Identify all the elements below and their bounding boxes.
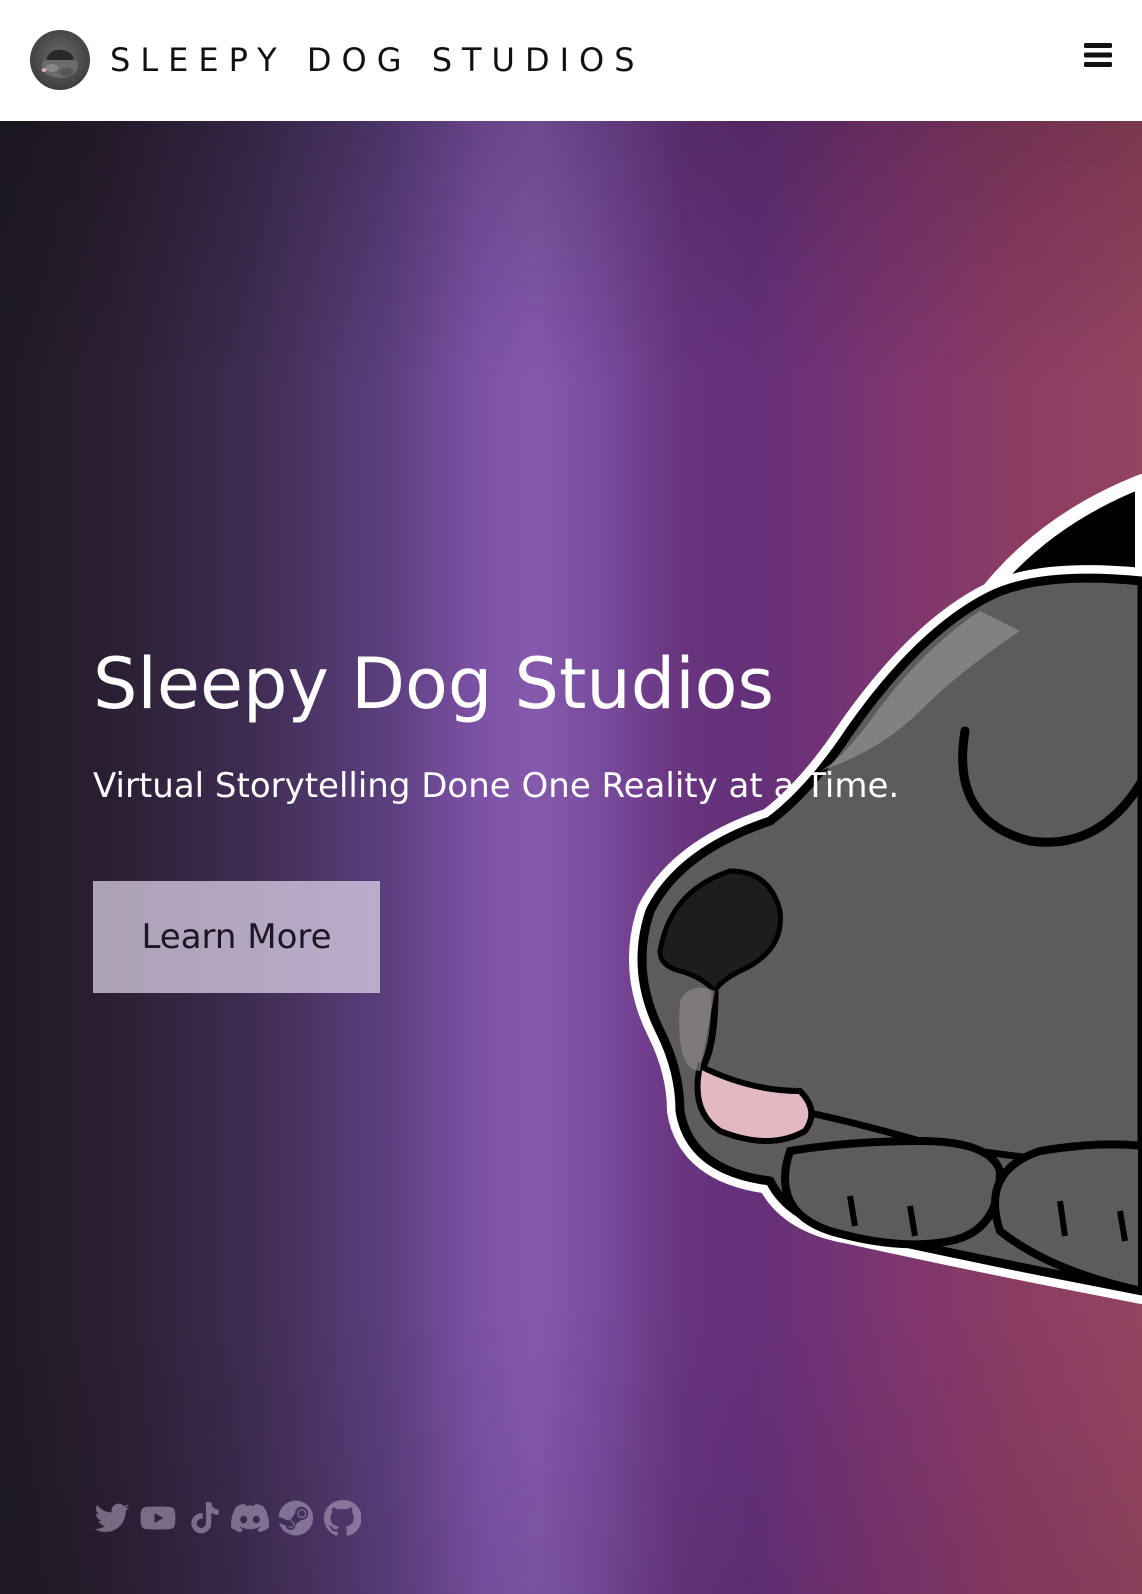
hero-title: Sleepy Dog Studios: [93, 643, 774, 725]
hero-section: Sleepy Dog Studios Virtual Storytelling …: [0, 121, 1142, 1594]
hero-subtitle: Virtual Storytelling Done One Reality at…: [93, 766, 900, 806]
social-links: [93, 1499, 361, 1537]
github-icon[interactable]: [323, 1499, 361, 1537]
sleepy-dog-logo-icon: [30, 30, 90, 90]
sleeping-dog-illustration: [629, 474, 1142, 1304]
steam-icon[interactable]: [277, 1499, 315, 1537]
learn-more-button[interactable]: Learn More: [93, 881, 380, 993]
hamburger-menu-icon[interactable]: [1084, 42, 1112, 68]
brand-name: SLEEPY DOG STUDIOS: [110, 41, 645, 79]
discord-icon[interactable]: [231, 1499, 269, 1537]
navbar: SLEEPY DOG STUDIOS: [0, 0, 1142, 121]
youtube-icon[interactable]: [139, 1499, 177, 1537]
twitter-icon[interactable]: [93, 1499, 131, 1537]
tiktok-icon[interactable]: [185, 1499, 223, 1537]
brand-link[interactable]: SLEEPY DOG STUDIOS: [30, 30, 645, 90]
